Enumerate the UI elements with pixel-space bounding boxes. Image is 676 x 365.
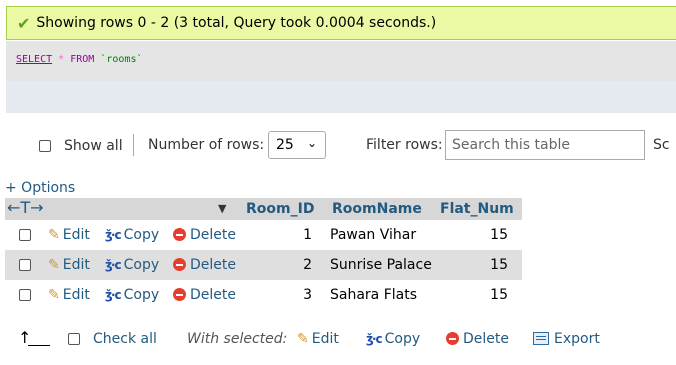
- divider: [133, 134, 134, 156]
- table-header: ←T→ ▼ Room_ID RoomName Flat_Num: [5, 198, 522, 220]
- delete-icon: [173, 288, 186, 301]
- bulk-edit-button[interactable]: ✎ Edit: [297, 324, 339, 354]
- copy-icon: ǯ·c: [105, 288, 122, 302]
- cell-room-id[interactable]: 3: [246, 280, 312, 310]
- pencil-icon: ✎: [48, 287, 60, 303]
- check-all-label[interactable]: Check all: [93, 324, 157, 354]
- sql-table-name: `rooms`: [100, 54, 143, 65]
- copy-action[interactable]: ǯ·c Copy: [105, 280, 159, 310]
- pencil-icon: ✎: [48, 257, 60, 273]
- sql-query: SELECT * FROM `rooms`: [16, 54, 143, 65]
- number-of-rows-label: Number of rows:: [148, 137, 265, 153]
- cell-room-name[interactable]: Pawan Vihar: [330, 220, 416, 250]
- copy-icon: ǯ·c: [105, 258, 122, 272]
- delete-action[interactable]: Delete: [173, 250, 236, 280]
- sql-select-keyword[interactable]: SELECT: [16, 54, 52, 65]
- sql-links-bar: [6, 81, 676, 113]
- navigation-bar: Show all Number of rows: 25 ⌄ Filter row…: [0, 130, 676, 164]
- copy-action[interactable]: ǯ·c Copy: [105, 250, 159, 280]
- filter-rows-input[interactable]: [445, 130, 645, 160]
- checkmark-icon: ✔: [17, 13, 31, 33]
- column-header-flat-num[interactable]: Flat_Num: [440, 198, 514, 220]
- cell-room-name[interactable]: Sahara Flats: [330, 280, 417, 310]
- edit-action[interactable]: ✎ Edit: [48, 280, 90, 310]
- row-checkbox[interactable]: [19, 259, 31, 271]
- success-message: ✔ Showing rows 0 - 2 (3 total, Query too…: [6, 6, 676, 40]
- copy-icon: ǯ·c: [366, 332, 383, 346]
- pencil-icon: ✎: [48, 227, 60, 243]
- check-all-checkbox[interactable]: [68, 333, 80, 345]
- arrow-line: [28, 345, 50, 346]
- row-checkbox[interactable]: [19, 229, 31, 241]
- delete-icon: [173, 228, 186, 241]
- edit-action[interactable]: ✎ Edit: [48, 220, 90, 250]
- sql-star: *: [58, 54, 65, 65]
- expand-columns-icon[interactable]: ←T→: [7, 198, 44, 218]
- show-all-checkbox[interactable]: [39, 140, 51, 152]
- sort-dropdown-icon[interactable]: ▼: [218, 202, 226, 215]
- success-message-text: Showing rows 0 - 2 (3 total, Query took …: [36, 15, 437, 31]
- sql-from-keyword: FROM: [70, 54, 95, 65]
- with-selected-label: With selected:: [187, 331, 288, 347]
- delete-icon: [446, 332, 459, 345]
- rows-per-page-select[interactable]: 25 ⌄: [268, 131, 326, 159]
- cell-flat-num[interactable]: 15: [440, 220, 508, 250]
- delete-action[interactable]: Delete: [173, 220, 236, 250]
- table-row: ✎ Edit ǯ·c Copy Delete 2 Sunrise Palace 15: [5, 250, 522, 280]
- table-row: ✎ Edit ǯ·c Copy Delete 3 Sahara Flats 15: [5, 280, 522, 310]
- delete-action[interactable]: Delete: [173, 280, 236, 310]
- cell-room-id[interactable]: 1: [246, 220, 312, 250]
- cell-room-id[interactable]: 2: [246, 250, 312, 280]
- rows-per-page-value: 25: [276, 137, 294, 153]
- bulk-actions-bar: ↑ Check all With selected: ✎ Edit ǯ·c Copy…: [0, 324, 676, 354]
- delete-icon: [173, 258, 186, 271]
- row-checkbox[interactable]: [19, 289, 31, 301]
- options-link[interactable]: + Options: [5, 180, 75, 196]
- column-header-room-name[interactable]: RoomName: [332, 198, 422, 220]
- column-header-room-id[interactable]: Room_ID: [246, 198, 314, 220]
- chevron-down-icon: ⌄: [307, 136, 318, 150]
- cell-room-name[interactable]: Sunrise Palace: [330, 250, 432, 280]
- show-all-label[interactable]: Show all: [64, 138, 123, 154]
- copy-icon: ǯ·c: [105, 228, 122, 242]
- cut-off-label: Sc: [653, 137, 670, 153]
- bulk-export-button[interactable]: Export: [533, 324, 600, 354]
- export-icon: [533, 332, 549, 345]
- bulk-copy-button[interactable]: ǯ·c Copy: [366, 324, 420, 354]
- pencil-icon: ✎: [297, 331, 309, 347]
- sql-query-box: SELECT * FROM `rooms`: [6, 41, 676, 113]
- table-row: ✎ Edit ǯ·c Copy Delete 1 Pawan Vihar 15: [5, 220, 522, 250]
- filter-rows-label: Filter rows:: [366, 137, 443, 153]
- copy-action[interactable]: ǯ·c Copy: [105, 220, 159, 250]
- cell-flat-num[interactable]: 15: [440, 280, 508, 310]
- edit-action[interactable]: ✎ Edit: [48, 250, 90, 280]
- bulk-delete-button[interactable]: Delete: [446, 324, 509, 354]
- cell-flat-num[interactable]: 15: [440, 250, 508, 280]
